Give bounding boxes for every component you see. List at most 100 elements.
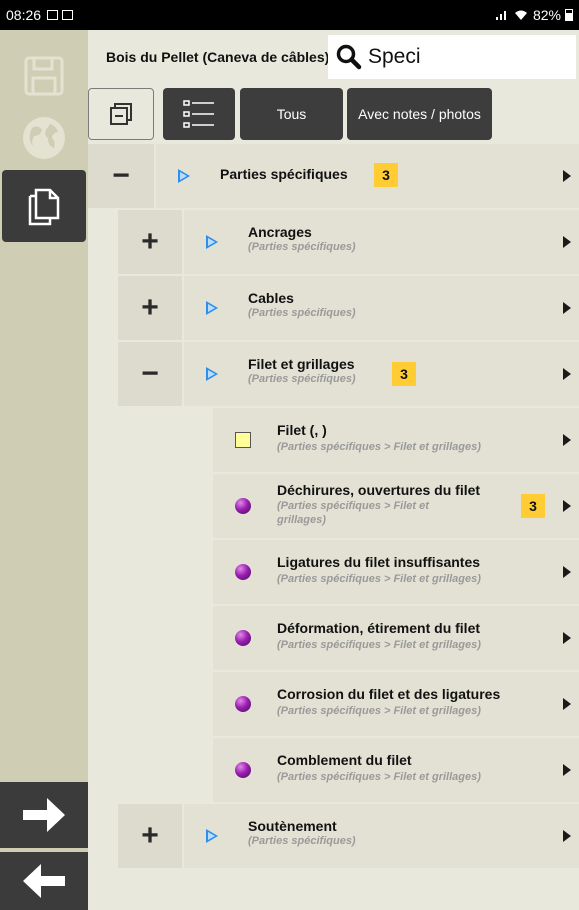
item-label: Déformation, étirement du filet — [277, 620, 481, 636]
item-label: Ligatures du filet insuffisantes — [277, 554, 481, 570]
search-input[interactable] — [368, 45, 558, 69]
tree-row-content[interactable]: Filet et grillages (Parties spécifiques)… — [184, 342, 579, 406]
item-path: (Parties spécifiques > Filet et grillage… — [277, 573, 481, 585]
purple-ball-icon — [235, 564, 251, 580]
tree-row[interactable]: Ligatures du filet insuffisantes (Partie… — [88, 540, 579, 606]
collapse-toggle[interactable]: − — [118, 342, 182, 406]
globe-icon — [23, 117, 65, 159]
copy-icon — [28, 188, 60, 226]
group-triangle-icon — [206, 301, 218, 315]
tree-row-content[interactable]: Ligatures du filet insuffisantes (Partie… — [213, 540, 579, 604]
plus-icon: + — [141, 291, 159, 324]
minus-icon: − — [141, 357, 159, 390]
back-button[interactable] — [0, 852, 88, 910]
item-path: (Parties spécifiques) — [248, 373, 356, 385]
globe-button[interactable] — [0, 102, 88, 174]
plus-icon: + — [141, 225, 159, 258]
chevron-right-icon[interactable] — [563, 764, 571, 776]
forward-button[interactable] — [0, 782, 88, 848]
item-label: Filet et grillages — [248, 356, 355, 372]
group-triangle-icon — [206, 367, 218, 381]
tree-row-content[interactable]: Corrosion du filet et des ligatures (Par… — [213, 672, 579, 736]
group-triangle-icon — [206, 235, 218, 249]
tree-row-content[interactable]: Parties spécifiques 3 — [156, 144, 579, 208]
chevron-right-icon[interactable] — [563, 368, 571, 380]
item-path: (Parties spécifiques > Filet et grillage… — [277, 441, 481, 453]
chevron-right-icon[interactable] — [563, 632, 571, 644]
chevron-right-icon[interactable] — [563, 698, 571, 710]
signal-icon — [495, 11, 506, 20]
item-label: Ancrages — [248, 224, 312, 240]
tree-row[interactable]: + Cables (Parties spécifiques) — [88, 276, 579, 342]
tree-row-content[interactable]: Comblement du filet (Parties spécifiques… — [213, 738, 579, 802]
collapse-toggle[interactable]: − — [88, 144, 154, 208]
purple-ball-icon — [235, 498, 251, 514]
tree-row[interactable]: Comblement du filet (Parties spécifiques… — [88, 738, 579, 804]
arrow-right-icon — [23, 798, 65, 832]
chevron-right-icon[interactable] — [563, 434, 571, 446]
chevron-right-icon[interactable] — [563, 236, 571, 248]
header: Bois du Pellet (Caneva de câbles) — [88, 30, 579, 84]
search-icon — [336, 44, 362, 70]
chevron-right-icon[interactable] — [563, 500, 571, 512]
yellow-square-icon — [235, 432, 251, 448]
sidebar — [0, 30, 88, 910]
chevron-right-icon[interactable] — [563, 170, 571, 182]
tree-list: − Parties spécifiques 3 + Ancrages (Part… — [88, 144, 579, 870]
battery-icon — [565, 9, 573, 21]
tree-row[interactable]: Déchirures, ouvertures du filet (Parties… — [88, 474, 579, 540]
copy-button[interactable] — [2, 170, 86, 242]
item-label: Parties spécifiques — [220, 166, 348, 182]
filter-notes-button[interactable]: Avec notes / photos — [347, 88, 492, 140]
tree-row-content[interactable]: Déformation, étirement du filet (Parties… — [213, 606, 579, 670]
purple-ball-icon — [235, 762, 251, 778]
gallery-notification-icon — [47, 10, 59, 20]
list-view-button[interactable] — [163, 88, 235, 140]
expand-toggle[interactable]: + — [118, 210, 182, 274]
list-icon — [183, 100, 214, 128]
status-right: 82% — [495, 7, 573, 23]
tree-row-content[interactable]: Cables (Parties spécifiques) — [184, 276, 579, 340]
expand-toggle[interactable]: + — [118, 276, 182, 340]
tree-row[interactable]: Corrosion du filet et des ligatures (Par… — [88, 672, 579, 738]
tree-row[interactable]: Filet (, ) (Parties spécifiques > Filet … — [88, 408, 579, 474]
plus-icon: + — [141, 819, 159, 852]
chevron-right-icon[interactable] — [563, 302, 571, 314]
group-triangle-icon — [206, 829, 218, 843]
tree-row-content[interactable]: Filet (, ) (Parties spécifiques > Filet … — [213, 408, 579, 472]
chevron-right-icon[interactable] — [563, 830, 571, 842]
tree-row[interactable]: + Ancrages (Parties spécifiques) — [88, 210, 579, 276]
page-title: Bois du Pellet (Caneva de câbles) — [106, 49, 330, 65]
group-triangle-icon — [178, 169, 190, 183]
battery-percentage: 82% — [532, 7, 561, 23]
tree-row[interactable]: + Soutènement (Parties spécifiques) — [88, 804, 579, 870]
tree-row[interactable]: Déformation, étirement du filet (Parties… — [88, 606, 579, 672]
purple-ball-icon — [235, 696, 251, 712]
item-label: Comblement du filet — [277, 752, 412, 768]
item-path: (Parties spécifiques) — [248, 835, 356, 847]
item-path: (Parties spécifiques) — [248, 307, 356, 319]
item-path: (Parties spécifiques) — [248, 241, 356, 253]
filter-all-button[interactable]: Tous — [240, 88, 343, 140]
arrow-left-icon — [23, 864, 65, 898]
tree-row[interactable]: − Parties spécifiques 3 — [88, 144, 579, 210]
expand-toggle[interactable]: + — [118, 804, 182, 868]
status-time: 08:26 — [6, 7, 42, 23]
wifi-icon — [514, 10, 527, 20]
tree-row[interactable]: − Filet et grillages (Parties spécifique… — [88, 342, 579, 408]
tree-row-content[interactable]: Soutènement (Parties spécifiques) — [184, 804, 579, 868]
collapse-all-button[interactable] — [88, 88, 154, 140]
item-label: Filet (, ) — [277, 422, 327, 438]
filter-notes-label: Avec notes / photos — [358, 106, 481, 122]
chevron-right-icon[interactable] — [563, 566, 571, 578]
tree-row-content[interactable]: Ancrages (Parties spécifiques) — [184, 210, 579, 274]
count-badge: 3 — [374, 163, 398, 187]
search-box[interactable] — [328, 35, 576, 79]
item-path: (Parties spécifiques > Filet et grillage… — [277, 639, 481, 651]
item-path: (Parties spécifiques > Filet et grillage… — [277, 705, 481, 717]
purple-ball-icon — [235, 630, 251, 646]
status-bar: 08:26 82% — [0, 0, 579, 30]
item-label: Corrosion du filet et des ligatures — [277, 686, 501, 702]
item-path: (Parties spécifiques > Filet et grillage… — [277, 771, 481, 783]
tree-row-content[interactable]: Déchirures, ouvertures du filet (Parties… — [213, 474, 579, 538]
